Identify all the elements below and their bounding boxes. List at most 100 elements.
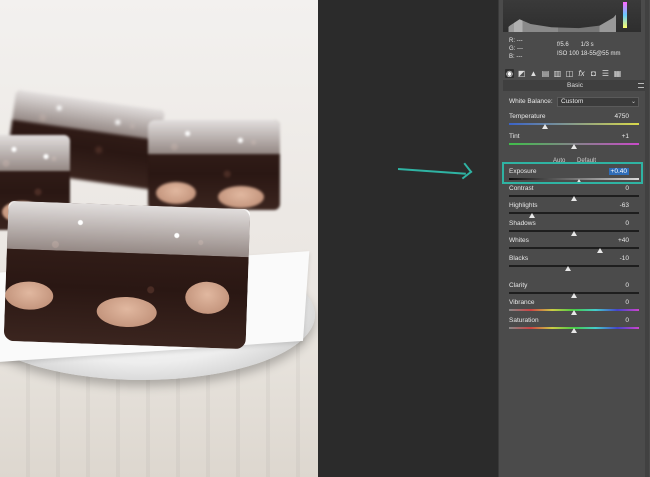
camera-icon: ◘ [591,68,596,78]
blacks-label: Blacks [509,255,529,262]
vibrance-value[interactable]: 0 [625,299,629,306]
fx-icon: fx [578,68,585,78]
histogram [503,0,641,32]
shadows-label: Shadows [509,220,536,227]
panel-menu-icon[interactable] [638,83,644,88]
tab-hsl[interactable]: ▤ [541,69,550,78]
blacks-value[interactable]: -10 [620,255,629,262]
contrast-thumb[interactable] [571,196,577,201]
b-label: B: [509,54,515,60]
annotation-area [318,0,498,477]
powdered-sugar [148,120,280,155]
saturation-label: Saturation [509,317,539,324]
saturation-value[interactable]: 0 [625,317,629,324]
detail-icon: ▲ [529,68,538,78]
powdered-sugar [0,135,70,172]
rgb-readout: R: --- G: --- B: --- [509,37,549,61]
r-label: R: [509,38,515,44]
tab-camera-calibration[interactable]: ◘ [589,69,598,78]
whites-track[interactable] [509,247,639,249]
r-value: --- [516,38,523,44]
iso-value: ISO 100 [557,51,580,57]
chevron-down-icon: ⌄ [630,99,636,105]
powdered-sugar [12,89,165,141]
nut-chunk [184,281,230,315]
tone-curve-icon: ◩ [517,68,526,78]
whites-thumb[interactable] [597,248,603,253]
camera-settings: f/5.6 1/3 s ISO 100 18-55@55 mm [557,41,620,59]
nut-chunk [218,186,264,208]
clarity-label: Clarity [509,282,528,289]
white-balance-label: White Balance: [509,98,553,105]
nut-chunk [96,295,158,329]
temperature-value[interactable]: 4750 [615,113,629,120]
annotation-arrow-head-icon [455,162,473,180]
whites-label: Whites [509,237,529,244]
blacks-track[interactable] [509,265,639,267]
brownie-foreground [3,200,251,350]
shadows-slider-row: Shadows 0 [509,220,639,236]
tab-snapshots[interactable]: ▦ [613,69,622,78]
clarity-value[interactable]: 0 [625,282,629,289]
lens-icon: ◫ [565,68,574,78]
saturation-slider-row: Saturation 0 [509,317,639,333]
contrast-slider-row: Contrast 0 [509,185,639,201]
presets-icon: ☰ [601,68,610,78]
tint-thumb[interactable] [571,144,577,149]
exposure-highlight-box [502,162,643,184]
nut-chunk [156,182,196,204]
snapshots-icon: ▦ [613,68,622,78]
tint-label: Tint [509,133,520,140]
blacks-thumb[interactable] [564,266,571,271]
tab-detail[interactable]: ▲ [529,69,538,78]
highlights-label: Highlights [509,202,538,209]
clarity-thumb[interactable] [571,293,577,298]
tab-basic[interactable]: ◉ [505,68,514,78]
tab-presets[interactable]: ☰ [601,69,610,78]
shadows-thumb[interactable] [571,231,577,236]
vibrance-thumb[interactable] [571,310,577,315]
powdered-sugar [6,200,251,257]
lens-value: 18-55@55 mm [580,51,621,57]
section-title: Basic [567,82,583,89]
blacks-slider-row: Blacks -10 [509,255,639,271]
highlights-thumb[interactable] [529,213,536,218]
shadows-value[interactable]: 0 [625,220,629,227]
temperature-thumb[interactable] [542,124,549,129]
g-label: G: [509,46,516,52]
aperture-value: f/5.6 [557,42,569,48]
tab-lens[interactable]: ◫ [565,69,574,78]
hsl-icon: ▤ [541,68,550,78]
photo-preview[interactable] [0,0,318,477]
section-header-basic: Basic [503,80,647,91]
whites-value[interactable]: +40 [618,237,629,244]
vibrance-label: Vibrance [509,299,535,306]
split-toning-icon: ▥ [553,68,562,78]
contrast-value[interactable]: 0 [625,185,629,192]
panel-scrollbar[interactable] [645,0,649,477]
highlights-value[interactable]: -63 [620,202,629,209]
vibrance-slider-row: Vibrance 0 [509,299,639,315]
white-balance-row: White Balance: Custom ⌄ [509,97,641,107]
b-value: --- [516,54,523,60]
tab-tone-curve[interactable]: ◩ [517,69,526,78]
temperature-label: Temperature [509,113,546,120]
tab-effects[interactable]: fx [577,69,586,78]
tab-split-toning[interactable]: ▥ [553,69,562,78]
camera-raw-panel: R: --- G: --- B: --- f/5.6 1/3 s ISO 100… [498,0,650,477]
clarity-slider-row: Clarity 0 [509,282,639,298]
histogram-graph [503,3,641,32]
contrast-label: Contrast [509,185,534,192]
panel-tabs: ◉ ◩ ▲ ▤ ▥ ◫ fx ◘ ☰ ▦ [503,67,647,79]
shutter-value: 1/3 s [580,42,594,48]
white-balance-select[interactable]: Custom ⌄ [557,97,639,107]
temperature-track[interactable] [509,123,639,125]
white-balance-value: Custom [561,98,584,105]
tint-slider-row: Tint +1 [509,133,639,149]
saturation-thumb[interactable] [571,328,577,333]
nut-chunk [4,280,54,311]
tint-value[interactable]: +1 [622,133,629,140]
brownie-back-right [148,120,280,210]
highlights-slider-row: Highlights -63 [509,202,639,218]
aperture-icon: ◉ [506,68,513,78]
